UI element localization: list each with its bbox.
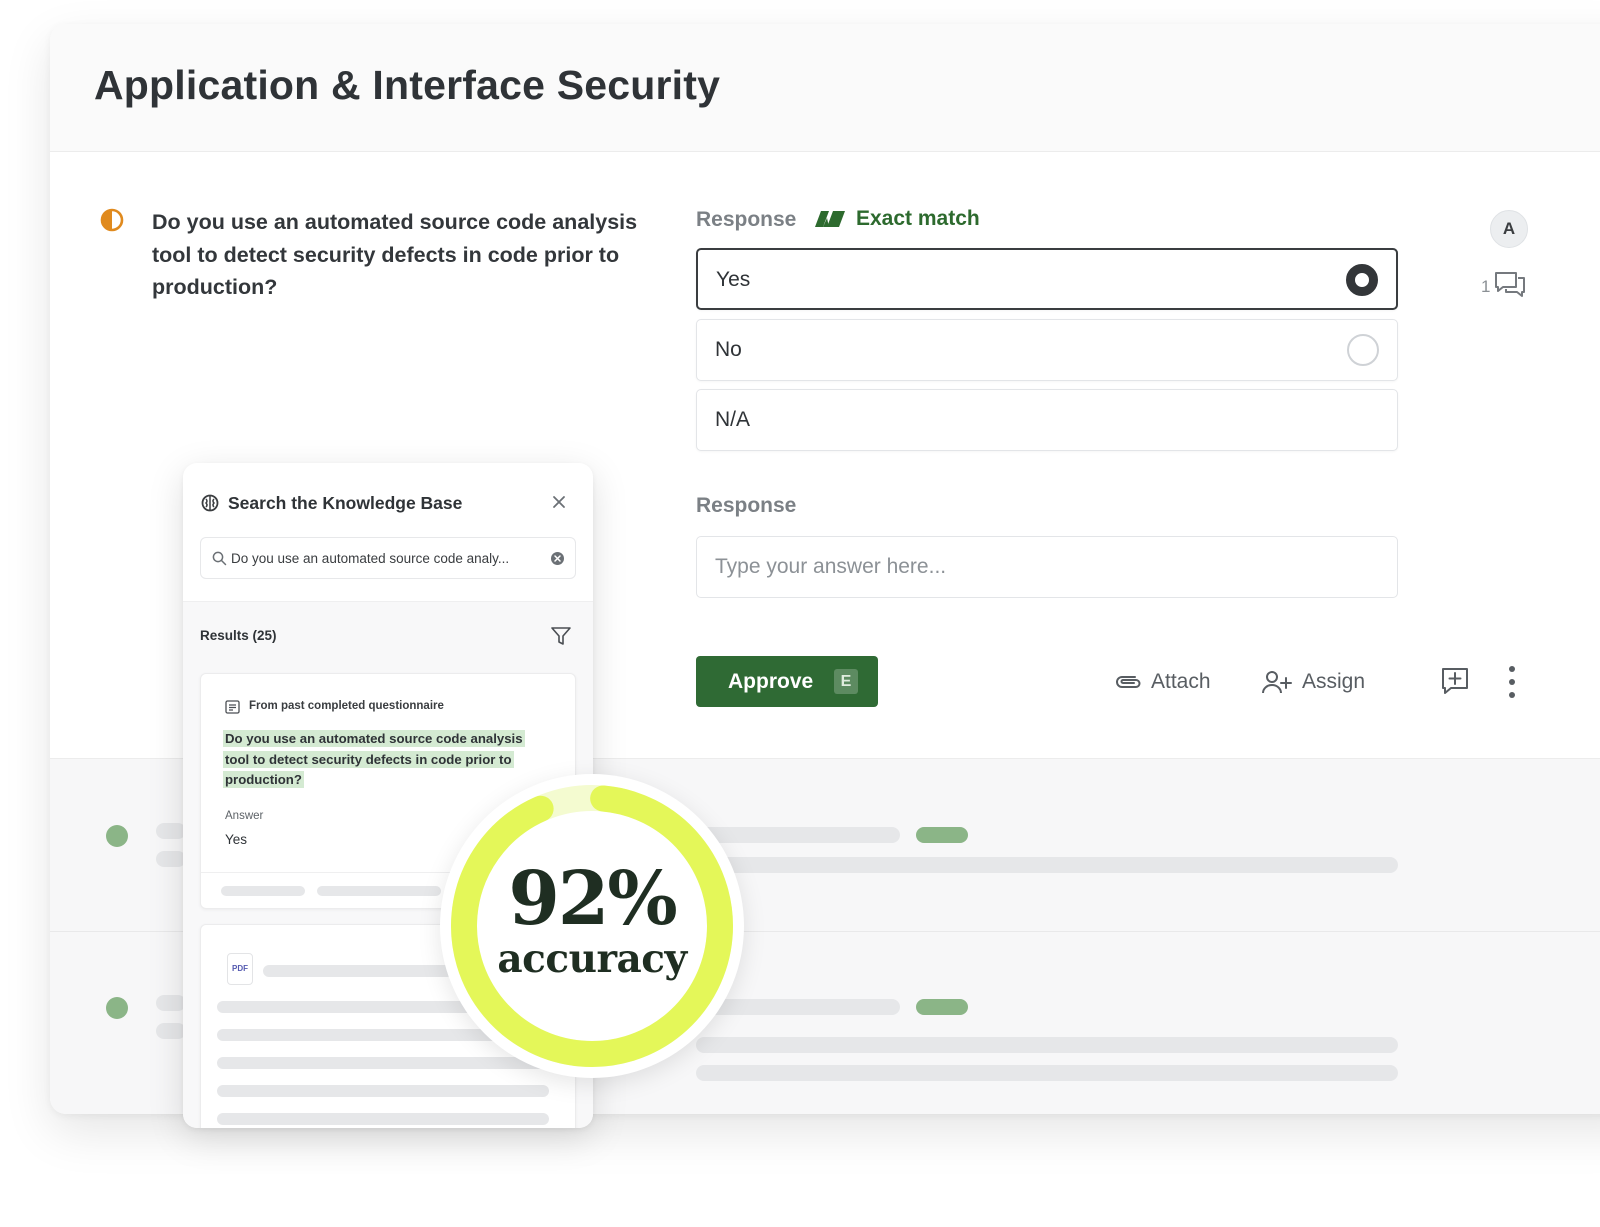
shortcut-key: E <box>834 669 858 694</box>
assign-label: Assign <box>1302 670 1366 693</box>
avatar[interactable]: A <box>1490 210 1528 248</box>
approve-label: Approve <box>728 669 814 693</box>
more-options-icon[interactable] <box>1505 665 1519 699</box>
skeleton-line <box>696 1065 1398 1081</box>
skeleton-line <box>156 995 186 1011</box>
attach-label: Attach <box>1151 670 1211 693</box>
brain-icon <box>201 494 219 512</box>
skeleton-line <box>156 823 186 839</box>
skeleton-line <box>156 1023 186 1039</box>
option-yes[interactable]: Yes <box>696 248 1398 310</box>
option-label: Yes <box>716 268 751 291</box>
result-question-line: production? <box>223 771 304 789</box>
exact-match-icon <box>815 211 845 227</box>
option-na[interactable]: N/A <box>696 389 1398 451</box>
response-label: Response <box>696 208 797 231</box>
approve-button[interactable]: Approve E <box>696 656 878 707</box>
accuracy-label: accuracy <box>497 936 687 982</box>
clear-search-icon[interactable] <box>550 551 565 566</box>
knowledge-base-title: Search the Knowledge Base <box>228 493 463 513</box>
radio-no[interactable] <box>1347 334 1379 366</box>
result-question-line: tool to detect security defects in code … <box>223 750 514 768</box>
question-text: Do you use an automated source code anal… <box>152 210 638 299</box>
skeleton-line <box>317 886 441 896</box>
result-answer-label: Answer <box>225 810 264 822</box>
skeleton-line <box>696 1037 1398 1053</box>
answer-input[interactable] <box>696 536 1398 598</box>
close-icon[interactable] <box>551 494 567 510</box>
comments-icon[interactable] <box>1494 270 1526 300</box>
accuracy-badge: 92% accuracy <box>440 774 744 1078</box>
option-no[interactable]: No <box>696 319 1398 381</box>
status-dot <box>106 825 128 847</box>
filter-icon[interactable] <box>550 625 572 647</box>
skeleton-line <box>156 851 186 867</box>
skeleton-line <box>217 1113 549 1125</box>
result-answer: Yes <box>225 832 248 847</box>
assign-button[interactable]: Assign <box>1262 670 1365 694</box>
status-dot <box>106 997 128 1019</box>
kb-search-box <box>200 537 576 579</box>
kb-search-input[interactable] <box>231 538 531 578</box>
skeleton-line <box>221 886 305 896</box>
skeleton-tag <box>916 999 968 1015</box>
radio-yes[interactable] <box>1346 264 1378 296</box>
search-icon <box>212 551 227 566</box>
attach-button[interactable]: Attach <box>1113 670 1211 694</box>
pdf-file-icon: PDF <box>227 953 253 985</box>
option-label: N/A <box>715 408 751 431</box>
result-source: From past completed questionnaire <box>249 700 444 712</box>
add-user-icon <box>1262 671 1292 694</box>
result-question-line: Do you use an automated source code anal… <box>223 730 525 747</box>
skeleton-tag <box>916 827 968 843</box>
exact-match-label: Exact match <box>856 207 980 230</box>
skeleton-line <box>696 857 1398 873</box>
paperclip-icon <box>1116 676 1141 688</box>
skeleton-line <box>217 1085 549 1097</box>
section-header: Application & Interface Security <box>50 24 1600 152</box>
document-icon <box>225 700 240 714</box>
half-circle-icon <box>100 208 124 232</box>
comment-count: 1 <box>1481 277 1491 296</box>
skeleton-line <box>263 965 453 977</box>
free-text-response-label: Response <box>696 494 797 517</box>
add-comment-icon[interactable] <box>1440 666 1470 696</box>
page-title: Application & Interface Security <box>94 62 721 108</box>
results-count: Results (25) <box>200 628 277 643</box>
option-label: No <box>715 338 742 361</box>
accuracy-value: 92% <box>508 856 677 942</box>
